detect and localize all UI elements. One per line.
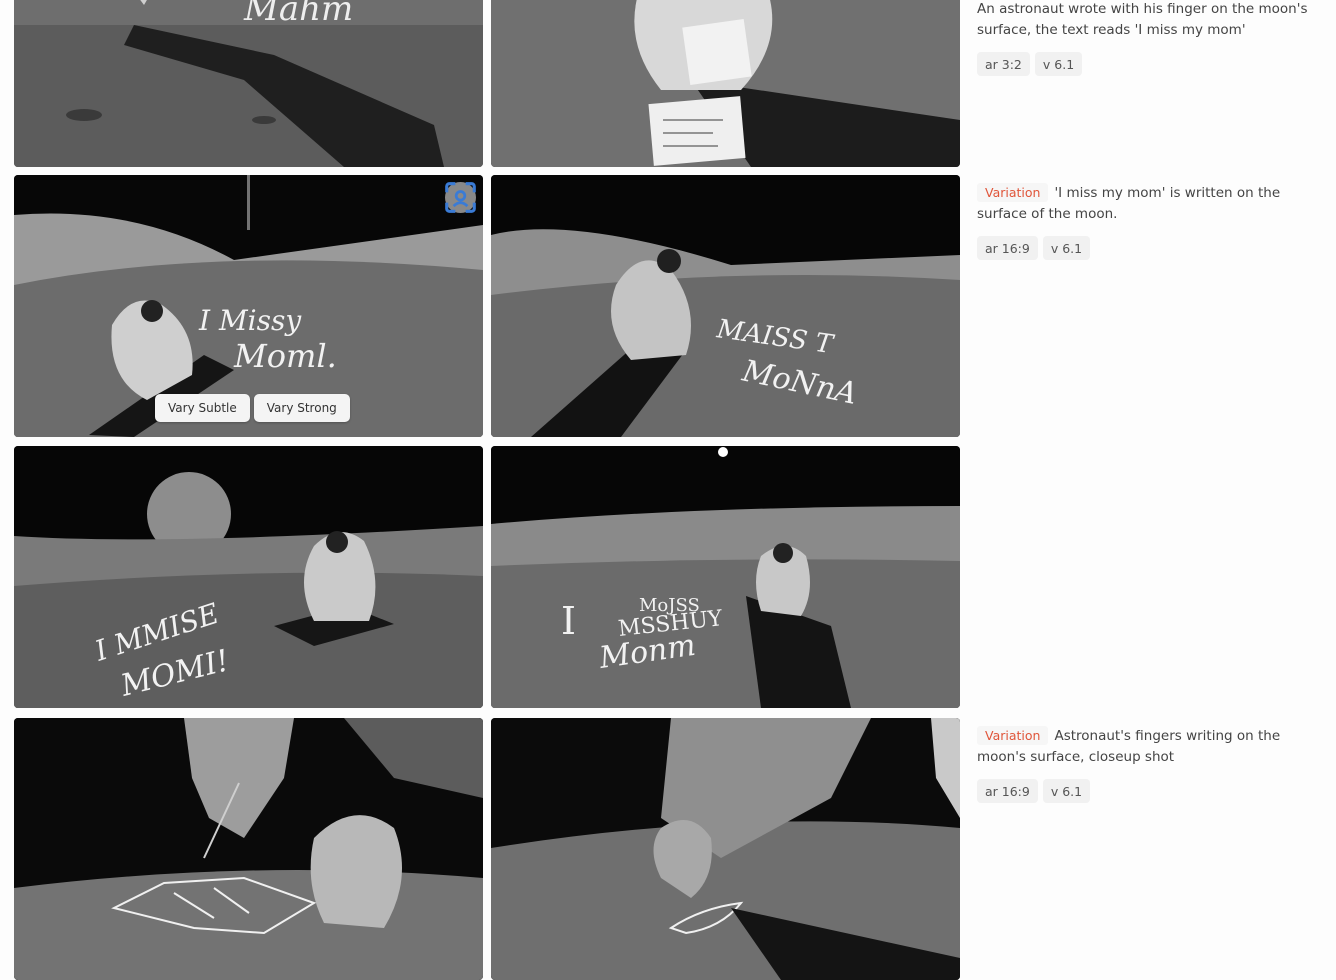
zoom-button[interactable] — [445, 182, 476, 213]
version-tag[interactable]: v 6.1 — [1042, 779, 1091, 803]
svg-text:I: I — [561, 599, 576, 643]
variation-badge: Variation — [977, 726, 1049, 745]
image-thumb-8[interactable] — [491, 718, 960, 980]
prompt-info-1: An astronaut wrote with his finger on th… — [977, 0, 1317, 76]
focus-scan-icon — [445, 182, 476, 213]
prompt-tags: ar 3:2 v 6.1 — [977, 52, 1317, 76]
image-thumb-1[interactable]: Mahm — [14, 0, 483, 167]
image-grid: Mahm I Missy Moml. Vary Subtle Vary Stro… — [14, 0, 961, 980]
image-thumb-3[interactable]: I Missy Moml. Vary Subtle Vary Strong — [14, 175, 483, 437]
vary-subtle-button[interactable]: Vary Subtle — [155, 394, 250, 422]
variation-badge: Variation — [977, 183, 1049, 202]
image-thumb-4[interactable]: MAISS T MoNnA — [491, 175, 960, 437]
svg-text:Mahm: Mahm — [243, 0, 353, 29]
image-thumb-6[interactable]: I MoJSS MSSHUY Monm — [491, 446, 960, 708]
image-thumb-7[interactable] — [14, 718, 483, 980]
svg-text:Moml.: Moml. — [233, 337, 337, 375]
prompt-text[interactable]: An astronaut wrote with his finger on th… — [977, 0, 1317, 41]
prompt-tags: ar 16:9 v 6.1 — [977, 236, 1317, 260]
prompt-info-2: Variation 'I miss my mom' is written on t… — [977, 183, 1317, 260]
prompt-text[interactable]: Variation 'I miss my mom' is written on t… — [977, 183, 1317, 225]
version-tag[interactable]: v 6.1 — [1042, 236, 1091, 260]
aspect-ratio-tag[interactable]: ar 3:2 — [977, 52, 1030, 76]
svg-text:I Missy: I Missy — [198, 304, 302, 337]
prompt-text[interactable]: Variation Astronaut's fingers writing on … — [977, 726, 1317, 768]
prompt-info-3: Variation Astronaut's fingers writing on … — [977, 726, 1317, 803]
prompt-tags: ar 16:9 v 6.1 — [977, 779, 1317, 803]
vary-strong-button[interactable]: Vary Strong — [253, 394, 350, 422]
version-tag[interactable]: v 6.1 — [1034, 52, 1083, 76]
vary-buttons: Vary Subtle Vary Strong — [155, 394, 350, 422]
aspect-ratio-tag[interactable]: ar 16:9 — [977, 779, 1038, 803]
image-thumb-5[interactable]: I MMISE MOMI! — [14, 446, 483, 708]
image-thumb-2[interactable] — [491, 0, 960, 167]
aspect-ratio-tag[interactable]: ar 16:9 — [977, 236, 1038, 260]
